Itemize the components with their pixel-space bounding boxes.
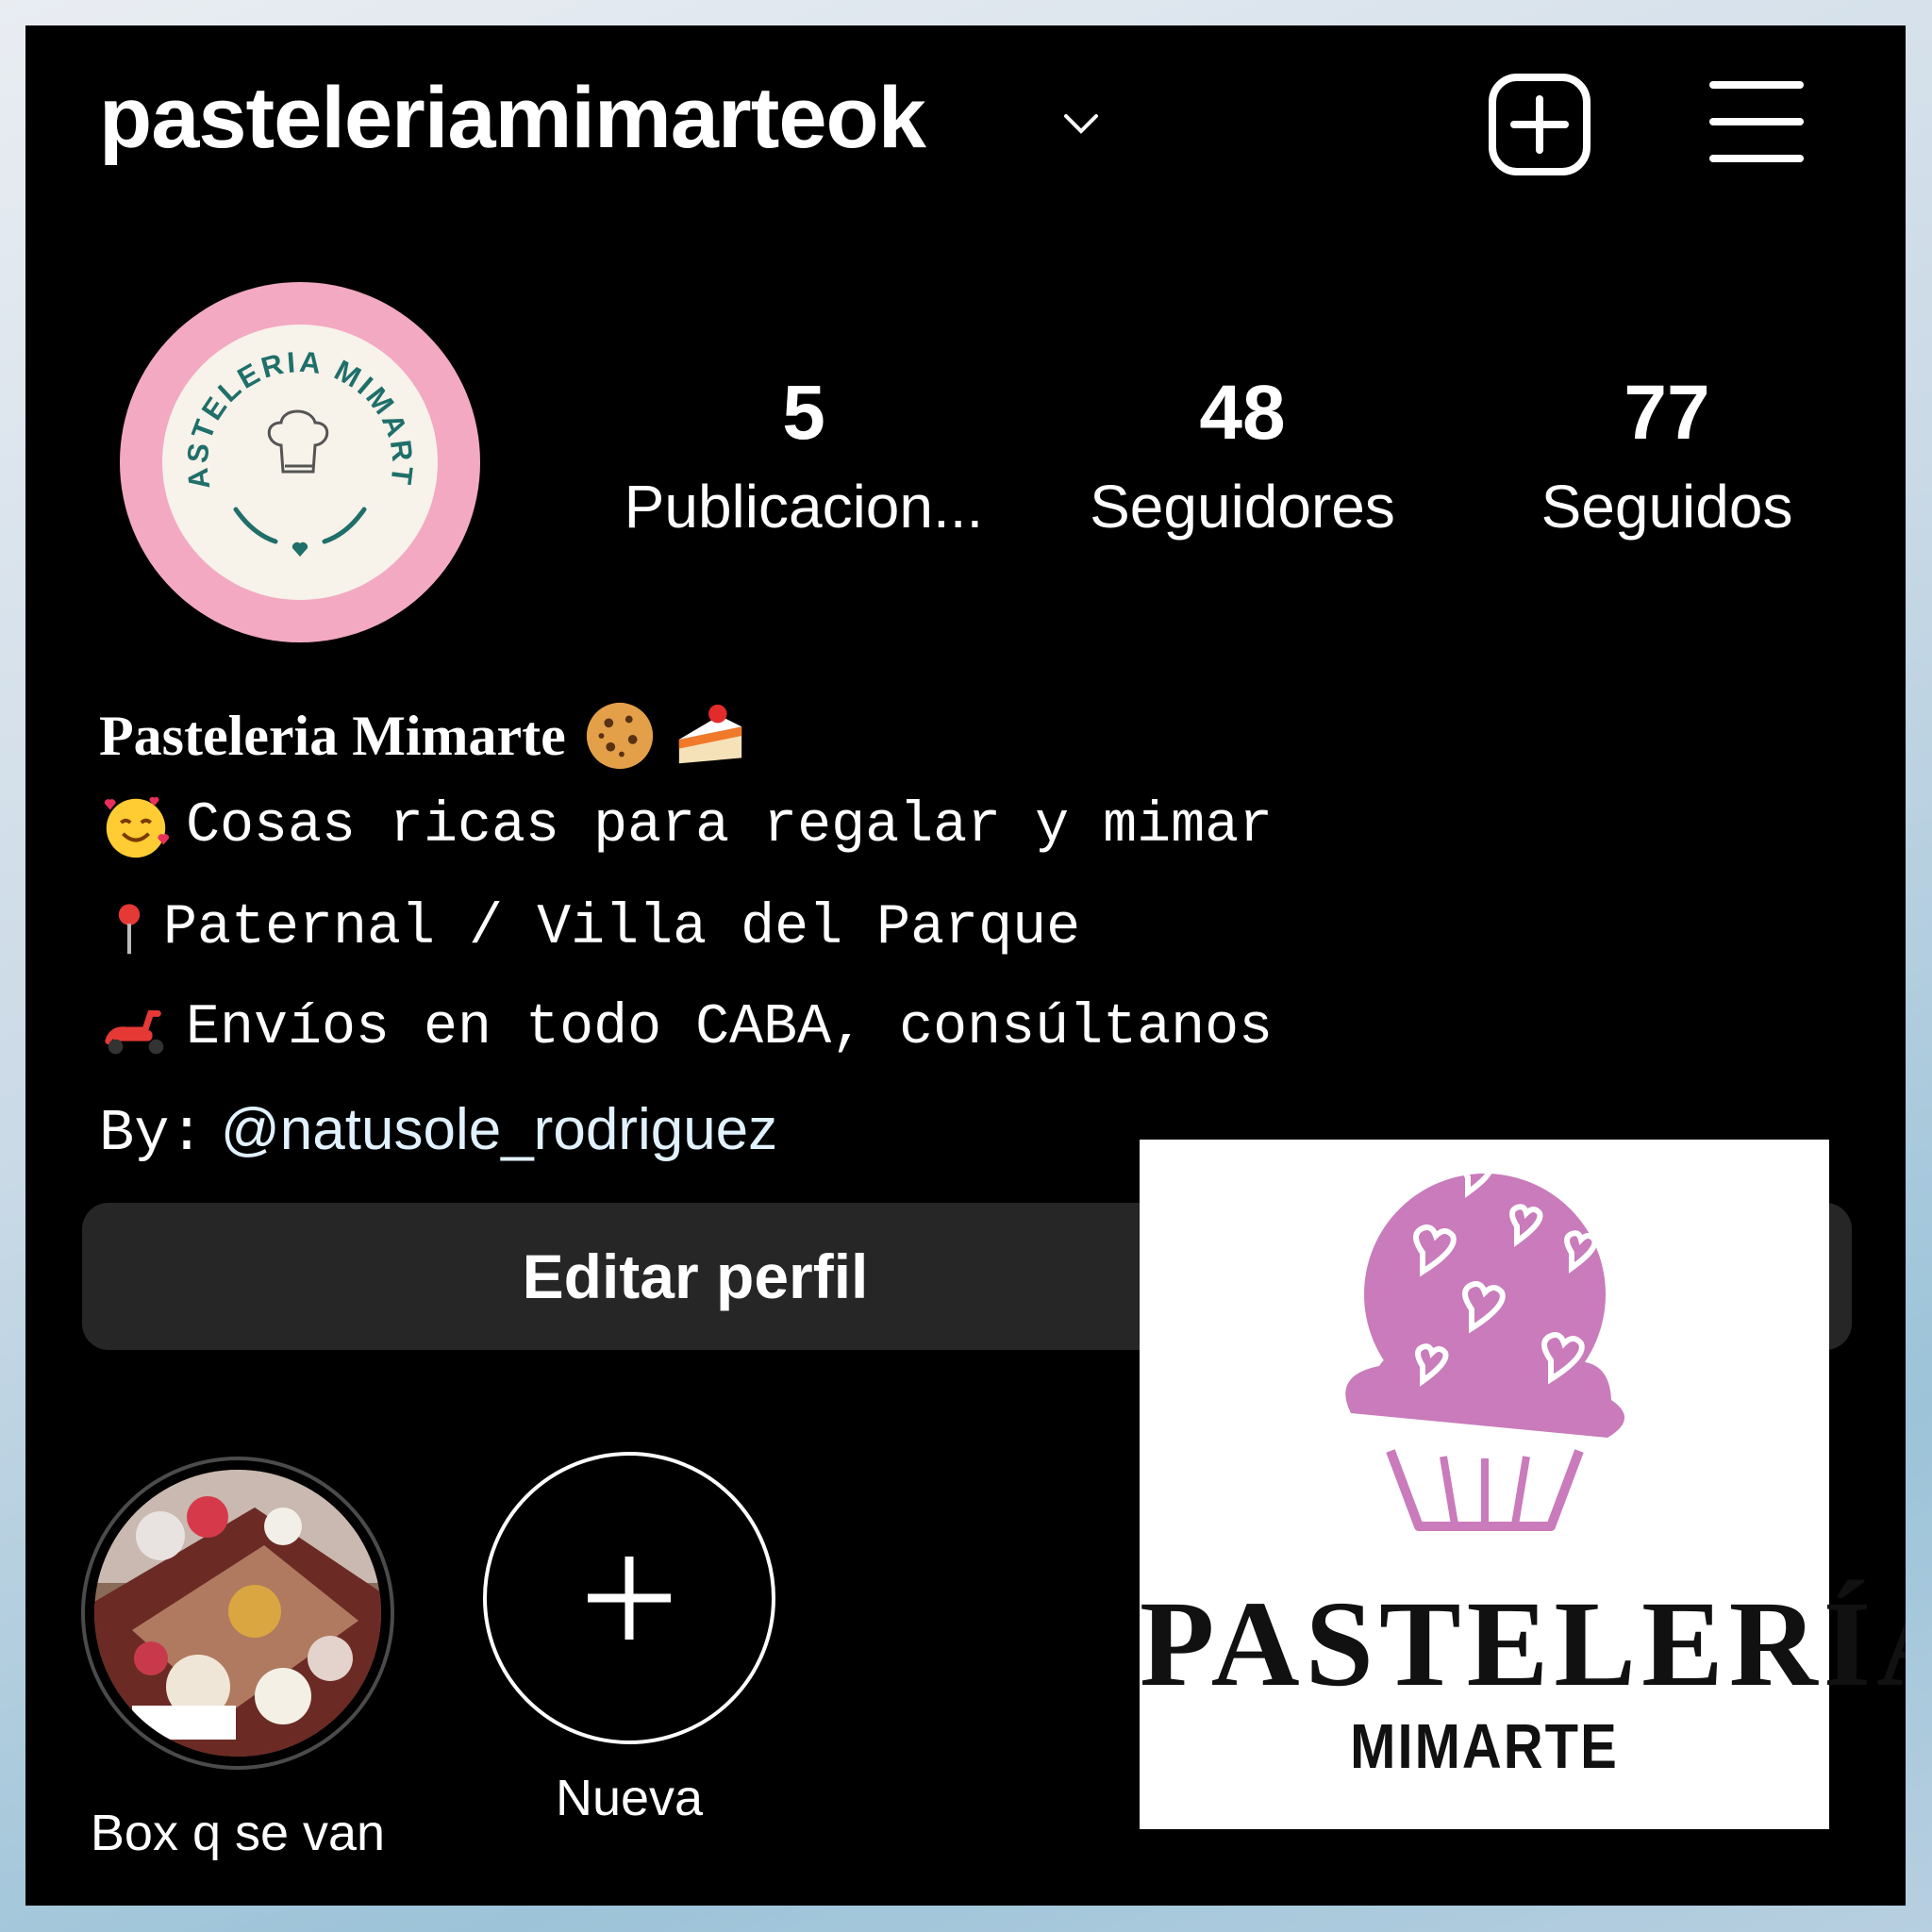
profile-avatar[interactable]: PASTELERIA MIMARTE <box>120 282 480 642</box>
bio-display-name: Pasteleria Mimarte <box>99 705 566 767</box>
new-highlight-ring <box>483 1452 775 1744</box>
bio-name: Pasteleria Mimarte <box>99 699 747 773</box>
bio-byline: By: @natusole_rodriguez <box>99 1101 777 1163</box>
overlay-logo-card: PASTELERÍA MIMARTE <box>1140 1140 1906 1829</box>
highlight-label: Nueva <box>555 1770 704 1826</box>
profile-screen: pasteleriamimarteok PASTELERIA MIMARTE <box>25 25 1906 1906</box>
stat-following[interactable]: 77 Seguidos <box>1450 370 1884 541</box>
stat-posts-label: Publicacion... <box>624 473 984 541</box>
bio-line-1: Cosas ricas para regalar y mimar <box>99 790 1273 863</box>
cookie-icon <box>586 702 653 770</box>
stat-followers[interactable]: 48 Seguidores <box>1025 370 1459 541</box>
logo-wordmark: PASTELERÍA <box>1140 1576 1906 1712</box>
smiling-hearts-face-icon <box>104 796 170 858</box>
stat-following-label: Seguidos <box>1541 473 1793 541</box>
byline-prefix: By: <box>99 1100 205 1167</box>
bio-line-1-text: Cosas ricas para regalar y mimar <box>186 794 1274 858</box>
pin-icon <box>118 904 141 955</box>
highlight-new[interactable]: Nueva <box>483 1452 775 1827</box>
highlight-box-q-se-van[interactable]: Box q se van <box>81 1457 394 1862</box>
cake-slice-icon <box>678 704 741 764</box>
stat-following-value: 77 <box>1624 370 1710 456</box>
plus-icon <box>588 1557 671 1640</box>
byline-handle-link[interactable]: @natusole_rodriguez <box>221 1097 777 1162</box>
chevron-down-icon[interactable] <box>1058 101 1104 146</box>
menu-icon[interactable] <box>1709 77 1804 166</box>
highlight-cover-photo <box>94 1470 381 1757</box>
chef-hat-logo: PASTELERIA MIMARTE <box>162 325 417 557</box>
top-bar: pasteleriamimarteok <box>25 25 1906 205</box>
highlight-label: Box q se van <box>90 1805 386 1861</box>
edit-profile-label: Editar perfil <box>522 1241 869 1311</box>
stat-followers-label: Seguidores <box>1090 473 1395 541</box>
avatar-logo: PASTELERIA MIMARTE <box>162 325 438 600</box>
stat-followers-value: 48 <box>1199 370 1286 456</box>
logo-subtitle: MIMARTE <box>1350 1711 1619 1782</box>
highlight-ring <box>81 1457 394 1770</box>
bio-line-2-text: Paternal / Villa del Parque <box>163 896 1081 960</box>
cupcake-logo <box>1345 1155 1625 1531</box>
username-switcher[interactable]: pasteleriamimarteok <box>99 75 926 161</box>
bio-line-3: Envíos en todo CABA, consúltanos <box>99 991 1273 1065</box>
stat-posts-value: 5 <box>782 370 825 456</box>
bio-line-3-text: Envíos en todo CABA, consúltanos <box>186 996 1274 1060</box>
new-post-icon[interactable] <box>1488 73 1591 176</box>
bio-line-2: Paternal / Villa del Parque <box>99 891 1080 965</box>
scooter-icon <box>105 1009 164 1055</box>
stat-posts[interactable]: 5 Publicacion... <box>582 370 1025 541</box>
